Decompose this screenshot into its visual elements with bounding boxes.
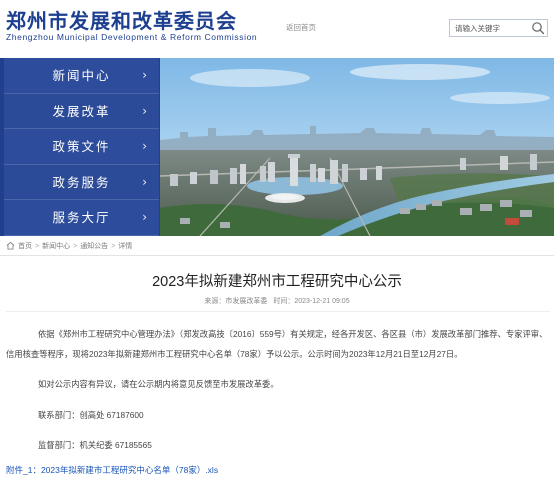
article-source: 来源：市发展改革委 (204, 298, 268, 305)
breadcrumb-notices[interactable]: 通知公告 (80, 241, 108, 251)
nav-item-policy-documents[interactable]: 政策文件 › (4, 129, 159, 165)
supervision-department: 监督部门：机关纪委 67185565 (38, 440, 152, 450)
chevron-right-icon: › (142, 68, 149, 82)
chevron-right-icon: › (142, 210, 149, 225)
breadcrumb-current: 详情 (118, 243, 133, 250)
nav-item-label: 发展改革 (52, 103, 111, 119)
breadcrumb-separator: > (111, 242, 116, 250)
nav-item-label: 政策文件 (52, 139, 111, 155)
search-box (449, 19, 548, 37)
nav-item-label: 政务服务 (52, 174, 111, 190)
chevron-right-icon: › (142, 139, 149, 154)
breadcrumb-separator: > (35, 242, 40, 250)
nav-item-service-hall[interactable]: 服务大厅 › (4, 200, 159, 236)
search-icon[interactable] (531, 21, 545, 35)
site-logo-title[interactable]: 郑州市发展和改革委员会 (6, 5, 237, 34)
nav-item-development-reform[interactable]: 发展改革 › (4, 93, 159, 130)
contact-department: 联系部门：创高处 67187600 (38, 410, 144, 420)
breadcrumb-separator: > (73, 242, 78, 250)
article-paragraph-1: 依据《郑州市工程研究中心管理办法》（郑发改高技〔2016〕559号）有关规定，经… (6, 329, 548, 359)
banner: 新闻中心 › 发展改革 › 政策文件 › 政务服务 › 服务大厅 › (0, 58, 554, 236)
breadcrumb-home[interactable]: 首页 (18, 241, 32, 251)
nav-item-government-services[interactable]: 政务服务 › (4, 164, 159, 201)
breadcrumb: 首页 > 新闻中心 > 通知公告 > 详情 (6, 240, 132, 252)
article-title: 2023年拟新建郑州市工程研究中心公示 (152, 274, 402, 290)
city-skyline-image (160, 58, 554, 236)
article-meta: 来源：市发展改革委 时间：2023-12-21 09:05 (0, 296, 554, 306)
chevron-right-icon: › (142, 103, 149, 118)
attachment-link[interactable]: 附件_1：2023年拟新建市工程研究中心名单（78家）.xls (6, 464, 218, 476)
home-link[interactable]: 返回首页 (286, 22, 316, 33)
article-paragraph-2: 如对公示内容有异议，请在公示期内将意见反馈至市发展改革委。 (38, 379, 279, 389)
breadcrumb-divider (0, 255, 554, 256)
search-input[interactable] (450, 20, 530, 36)
chevron-right-icon: › (142, 174, 149, 189)
site-logo-subtitle: Zhengzhou Municipal Development & Reform… (6, 32, 258, 42)
nav-item-label: 新闻中心 (52, 68, 111, 83)
home-icon (6, 241, 15, 252)
nav-item-label: 服务大厅 (52, 210, 111, 226)
main-nav: 新闻中心 › 发展改革 › 政策文件 › 政务服务 › 服务大厅 › (4, 58, 159, 236)
breadcrumb-news-center[interactable]: 新闻中心 (42, 241, 70, 251)
article-time: 时间：2023-12-21 09:05 (273, 298, 350, 305)
nav-item-news-center[interactable]: 新闻中心 › (4, 58, 159, 94)
meta-divider (6, 311, 550, 312)
site-header: 郑州市发展和改革委员会 Zhengzhou Municipal Developm… (0, 0, 554, 52)
